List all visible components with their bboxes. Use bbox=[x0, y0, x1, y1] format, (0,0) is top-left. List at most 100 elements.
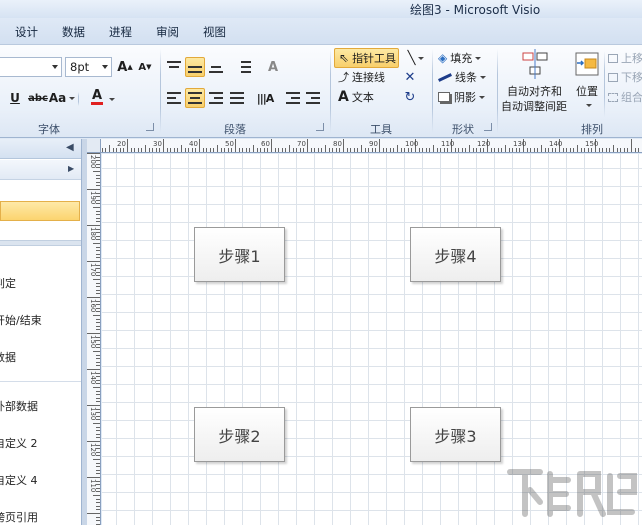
align-bottom-icon bbox=[209, 61, 223, 73]
font-dialog-launcher-icon[interactable] bbox=[146, 123, 154, 131]
position-icon bbox=[575, 52, 599, 76]
ruler-label: 40 bbox=[189, 140, 198, 148]
tools-group-label: 工具 bbox=[370, 123, 392, 136]
process-shape[interactable]: 步骤3 bbox=[410, 407, 501, 462]
rotate-button[interactable]: ↻ bbox=[402, 87, 418, 107]
shrink-font-button[interactable]: A ▼ bbox=[137, 57, 153, 77]
pointer-tool-button[interactable]: ⇖ 指针工具 bbox=[334, 48, 399, 68]
connector-button[interactable]: ⤴ 连接线 bbox=[336, 67, 391, 87]
shape-item-custom-2[interactable]: 自定义 2 bbox=[0, 435, 38, 451]
fill-bucket-icon: ◈ bbox=[438, 51, 448, 65]
shape-item-start-end[interactable]: 开始/结束 bbox=[0, 312, 42, 328]
position-button[interactable]: 位置 bbox=[573, 47, 601, 115]
more-shapes-bar[interactable]: ▶ bbox=[0, 160, 81, 180]
tab-design[interactable]: 设计 bbox=[15, 24, 38, 40]
tab-review[interactable]: 审阅 bbox=[156, 24, 179, 40]
bullets-button[interactable] bbox=[235, 57, 253, 77]
arrange-group-label: 排列 bbox=[581, 123, 603, 136]
group-button[interactable]: 组合 bbox=[608, 87, 642, 107]
shape-dialog-launcher-icon[interactable] bbox=[484, 123, 492, 131]
chevron-down-icon bbox=[109, 98, 115, 101]
ruler-label: 170 bbox=[89, 263, 97, 277]
line-tool-button[interactable]: ╲ bbox=[404, 48, 428, 68]
ruler-label: 130 bbox=[513, 140, 527, 148]
connection-point-button[interactable]: ✕ bbox=[402, 67, 418, 87]
underline-button[interactable]: U bbox=[8, 88, 22, 108]
font-name-combo[interactable] bbox=[0, 57, 62, 77]
align-bottom-button[interactable] bbox=[207, 57, 225, 77]
panel-splitter[interactable] bbox=[0, 240, 81, 246]
increase-indent-icon bbox=[306, 92, 320, 104]
font-color-swatch bbox=[91, 101, 103, 105]
shape-group-label: 形状 bbox=[452, 123, 474, 136]
connector-label: 连接线 bbox=[352, 71, 385, 84]
align-middle-button[interactable] bbox=[185, 57, 205, 77]
process-shape[interactable]: 步骤4 bbox=[410, 227, 501, 282]
chevron-down-icon bbox=[586, 104, 592, 107]
rotate-icon: ↻ bbox=[404, 89, 416, 105]
text-direction-button[interactable]: |||A bbox=[255, 88, 275, 108]
text-block-button[interactable]: A bbox=[264, 57, 282, 77]
align-center-button[interactable] bbox=[185, 88, 205, 108]
decrease-indent-button[interactable] bbox=[285, 88, 301, 108]
paragraph-dialog-launcher-icon[interactable] bbox=[316, 123, 324, 131]
auto-align-icon bbox=[522, 49, 548, 79]
change-case-button[interactable]: Aa bbox=[48, 88, 76, 108]
bullets-icon bbox=[237, 61, 251, 73]
tab-process[interactable]: 进程 bbox=[109, 24, 132, 40]
line-tool-icon: ╲ bbox=[407, 50, 416, 66]
align-left-button[interactable] bbox=[165, 88, 183, 108]
ruler-label: 100 bbox=[405, 140, 419, 148]
bring-forward-button[interactable]: 上移 bbox=[608, 48, 642, 68]
ruler-label: 50 bbox=[225, 140, 234, 148]
chevron-down-icon bbox=[52, 65, 58, 69]
grow-font-button[interactable]: A ▲ bbox=[117, 57, 133, 77]
chevron-left-icon[interactable]: ◀ bbox=[66, 142, 74, 153]
strikethrough-button[interactable]: abc bbox=[28, 88, 48, 108]
shape-item-external-data[interactable]: 外部数据 bbox=[0, 398, 38, 414]
chevron-down-icon bbox=[479, 95, 485, 99]
shape-item-custom-4[interactable]: 自定义 4 bbox=[0, 472, 38, 488]
increase-indent-button[interactable] bbox=[305, 88, 321, 108]
process-shape[interactable]: 步骤1 bbox=[194, 227, 285, 282]
horizontal-ruler[interactable]: 20 30 40 50 60 70 80 90 100 110 120 130 140 150 bbox=[87, 139, 642, 153]
text-direction-icon: |||A bbox=[256, 91, 275, 105]
ribbon-tabs: 设计 数据 进程 审阅 视图 bbox=[0, 18, 642, 44]
align-top-button[interactable] bbox=[165, 57, 183, 77]
line-icon bbox=[438, 72, 452, 82]
fill-button[interactable]: ◈ 填充 bbox=[438, 48, 492, 68]
position-label: 位置 bbox=[576, 85, 598, 98]
chevron-down-icon bbox=[475, 56, 482, 60]
ruler-label: 160 bbox=[89, 299, 97, 313]
chevron-right-icon: ▶ bbox=[68, 164, 75, 173]
align-center-icon bbox=[188, 92, 202, 104]
align-right-button[interactable] bbox=[207, 88, 225, 108]
line-button[interactable]: 线条 bbox=[438, 67, 492, 87]
shape-item-data[interactable]: 数据 bbox=[0, 349, 16, 365]
selected-stencil[interactable] bbox=[0, 201, 80, 221]
shape-item-decision[interactable]: 判定 bbox=[0, 275, 16, 291]
shape-item-off-page-reference[interactable]: 跨页引用 bbox=[0, 509, 38, 525]
align-middle-icon bbox=[188, 61, 202, 73]
text-tool-button[interactable]: A 文本 bbox=[336, 87, 381, 107]
ruler-label: 30 bbox=[153, 140, 162, 148]
title-bar: 绘图3 - Microsoft Visio bbox=[0, 0, 642, 18]
vertical-ruler[interactable]: 200 190 180 170 160 150 140 130 120 110 bbox=[87, 153, 101, 525]
process-shape[interactable]: 步骤2 bbox=[194, 407, 285, 462]
shadow-icon bbox=[438, 92, 450, 102]
font-size-combo[interactable]: 8pt bbox=[65, 57, 112, 77]
group-icon bbox=[608, 92, 618, 102]
align-top-icon bbox=[167, 61, 181, 73]
tab-view[interactable]: 视图 bbox=[203, 24, 226, 40]
font-color-button[interactable]: A bbox=[84, 87, 110, 107]
shapes-panel-header: ◀ bbox=[0, 139, 81, 159]
shadow-button[interactable]: 阴影 bbox=[438, 87, 492, 107]
pointer-icon: ⇖ bbox=[339, 51, 350, 65]
send-backward-button[interactable]: 下移 bbox=[608, 67, 642, 87]
change-case-icon: Aa bbox=[48, 91, 67, 105]
divider bbox=[160, 49, 161, 133]
tab-data[interactable]: 数据 bbox=[62, 24, 85, 40]
divider bbox=[78, 92, 79, 106]
auto-align-button[interactable]: 自动对齐和 自动调整间距 bbox=[500, 47, 570, 115]
justify-button[interactable] bbox=[228, 88, 246, 108]
